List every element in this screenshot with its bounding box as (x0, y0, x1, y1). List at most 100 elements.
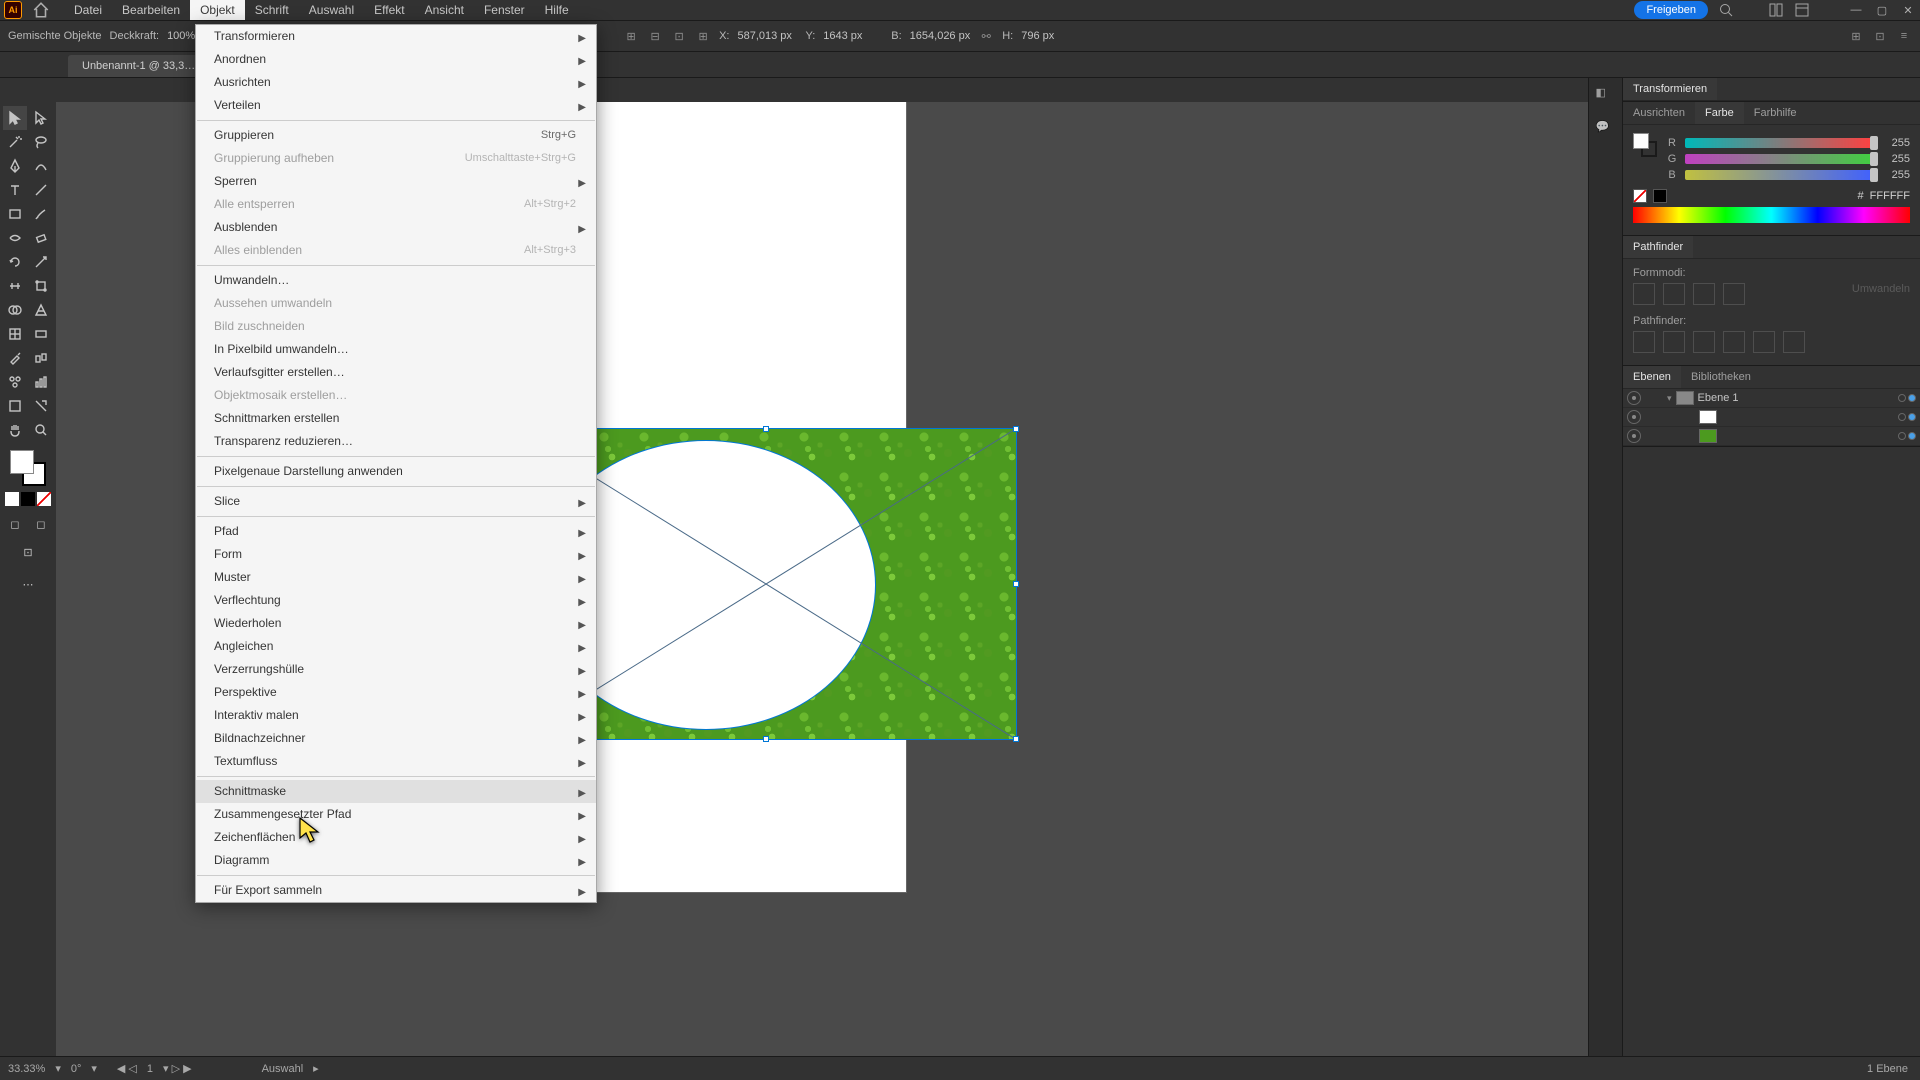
isolate-icon[interactable]: ⊞ (1848, 28, 1864, 44)
hex-value[interactable]: FFFFFF (1870, 190, 1910, 202)
menu-item-umwandeln-[interactable]: Umwandeln… (196, 269, 596, 292)
menu-item-schnittmarken-erstellen[interactable]: Schnittmarken erstellen (196, 407, 596, 430)
menu-item-interaktiv-malen[interactable]: Interaktiv malen▶ (196, 704, 596, 727)
menu-datei[interactable]: Datei (64, 0, 112, 20)
shaper-tool[interactable] (3, 226, 27, 250)
arrange-docs-icon[interactable] (1768, 2, 1784, 18)
rectangle-tool[interactable] (3, 202, 27, 226)
pf-trim-icon[interactable] (1663, 331, 1685, 353)
color-tab-farbe[interactable]: Farbe (1695, 102, 1744, 124)
gradient-tool[interactable] (29, 322, 53, 346)
curvature-tool[interactable] (29, 154, 53, 178)
artboard-number[interactable]: 1 (147, 1063, 153, 1075)
minimize-icon[interactable]: — (1848, 2, 1864, 18)
menu-item-sperren[interactable]: Sperren▶ (196, 170, 596, 193)
pf-outline-icon[interactable] (1753, 331, 1775, 353)
menu-item-transformieren[interactable]: Transformieren▶ (196, 25, 596, 48)
panel-menu-icon[interactable]: ≡ (1896, 28, 1912, 44)
document-tab[interactable]: Unbenannt-1 @ 33,3… (68, 55, 209, 77)
menu-item-zusammengesetzter-pfad[interactable]: Zusammengesetzter Pfad▶ (196, 803, 596, 826)
fill-stroke-swatch[interactable] (8, 448, 48, 488)
draw-normal-icon[interactable]: ◻ (3, 512, 27, 536)
perspective-tool[interactable] (29, 298, 53, 322)
comments-dock-icon[interactable]: 💬 (1596, 120, 1616, 140)
menu-item-perspektive[interactable]: Perspektive▶ (196, 681, 596, 704)
mesh-tool[interactable] (3, 322, 27, 346)
layers-tab-ebenen[interactable]: Ebenen (1623, 366, 1681, 388)
align-center-icon[interactable]: ⊟ (647, 28, 663, 44)
artboard-tool[interactable] (3, 394, 27, 418)
h-value[interactable]: 796 px (1021, 30, 1081, 42)
black-swatch[interactable] (1653, 189, 1667, 203)
menu-item-angleichen[interactable]: Angleichen▶ (196, 635, 596, 658)
transform-panel-tab[interactable]: Transformieren (1623, 78, 1717, 100)
r-value[interactable]: 255 (1880, 137, 1910, 149)
pf-minus-icon[interactable] (1663, 283, 1685, 305)
shape-builder-tool[interactable] (3, 298, 27, 322)
symbol-tool[interactable] (3, 370, 27, 394)
target-icon[interactable] (1898, 413, 1906, 421)
edit-toolbar-icon[interactable]: ⋯ (16, 572, 40, 596)
color-spectrum[interactable] (1633, 207, 1910, 223)
edit-icon[interactable]: ⊡ (1872, 28, 1888, 44)
align-right-icon[interactable]: ⊡ (671, 28, 687, 44)
color-tab-farbhilfe[interactable]: Farbhilfe (1744, 102, 1807, 124)
screen-mode-icon[interactable]: ⊡ (16, 540, 40, 564)
zoom-tool[interactable] (29, 418, 53, 442)
selection-tool[interactable] (3, 106, 27, 130)
y-value[interactable]: 1643 px (823, 30, 883, 42)
layers-tab-bibliotheken[interactable]: Bibliotheken (1681, 366, 1761, 388)
eraser-tool[interactable] (29, 226, 53, 250)
distribute-icon[interactable]: ⊞ (695, 28, 711, 44)
share-button[interactable]: Freigeben (1634, 1, 1708, 19)
menu-item-bildnachzeichner[interactable]: Bildnachzeichner▶ (196, 727, 596, 750)
home-icon[interactable] (32, 1, 50, 19)
r-slider[interactable] (1685, 138, 1874, 148)
menu-item-textumfluss[interactable]: Textumfluss▶ (196, 750, 596, 773)
pf-exclude-icon[interactable] (1723, 283, 1745, 305)
menu-item-f-r-export-sammeln[interactable]: Für Export sammeln▶ (196, 879, 596, 902)
lasso-tool[interactable] (29, 130, 53, 154)
line-tool[interactable] (29, 178, 53, 202)
layer-row[interactable]: ▾Ebene 1 (1623, 389, 1920, 408)
pf-crop-icon[interactable] (1723, 331, 1745, 353)
menu-auswahl[interactable]: Auswahl (299, 0, 364, 20)
search-icon[interactable] (1718, 2, 1734, 18)
pen-tool[interactable] (3, 154, 27, 178)
menu-hilfe[interactable]: Hilfe (535, 0, 579, 20)
menu-item-diagramm[interactable]: Diagramm▶ (196, 849, 596, 872)
menu-item-ausrichten[interactable]: Ausrichten▶ (196, 71, 596, 94)
rotate-value[interactable]: 0° (71, 1063, 82, 1075)
menu-item-zeichenfl-chen[interactable]: Zeichenflächen▶ (196, 826, 596, 849)
menu-item-verlaufsgitter-erstellen-[interactable]: Verlaufsgitter erstellen… (196, 361, 596, 384)
visibility-toggle[interactable] (1627, 391, 1641, 405)
menu-item-ausblenden[interactable]: Ausblenden▶ (196, 216, 596, 239)
color-mode-none[interactable] (37, 492, 51, 506)
align-left-icon[interactable]: ⊞ (623, 28, 639, 44)
properties-dock-icon[interactable]: ◧ (1596, 86, 1616, 106)
none-swatch[interactable] (1633, 189, 1647, 203)
menu-bearbeiten[interactable]: Bearbeiten (112, 0, 190, 20)
workspace-icon[interactable] (1794, 2, 1810, 18)
width-tool[interactable] (3, 274, 27, 298)
draw-behind-icon[interactable]: ◻ (29, 512, 53, 536)
rotate-tool[interactable] (3, 250, 27, 274)
w-value[interactable]: 1654,026 px (910, 30, 971, 42)
zoom-value[interactable]: 33.33% (8, 1063, 45, 1075)
pf-unite-icon[interactable] (1633, 283, 1655, 305)
pf-divide-icon[interactable] (1633, 331, 1655, 353)
menu-item-transparenz-reduzieren-[interactable]: Transparenz reduzieren… (196, 430, 596, 453)
pf-intersect-icon[interactable] (1693, 283, 1715, 305)
layer-row[interactable] (1623, 427, 1920, 446)
close-icon[interactable]: ✕ (1900, 2, 1916, 18)
menu-item-muster[interactable]: Muster▶ (196, 566, 596, 589)
maximize-icon[interactable]: ▢ (1874, 2, 1890, 18)
magic-wand-tool[interactable] (3, 130, 27, 154)
direct-select-tool[interactable] (29, 106, 53, 130)
type-tool[interactable] (3, 178, 27, 202)
g-value[interactable]: 255 (1880, 153, 1910, 165)
blend-tool[interactable] (29, 346, 53, 370)
panel-fill-stroke[interactable] (1633, 133, 1657, 157)
link-wh-icon[interactable]: ⚯ (978, 28, 994, 44)
menu-effekt[interactable]: Effekt (364, 0, 414, 20)
